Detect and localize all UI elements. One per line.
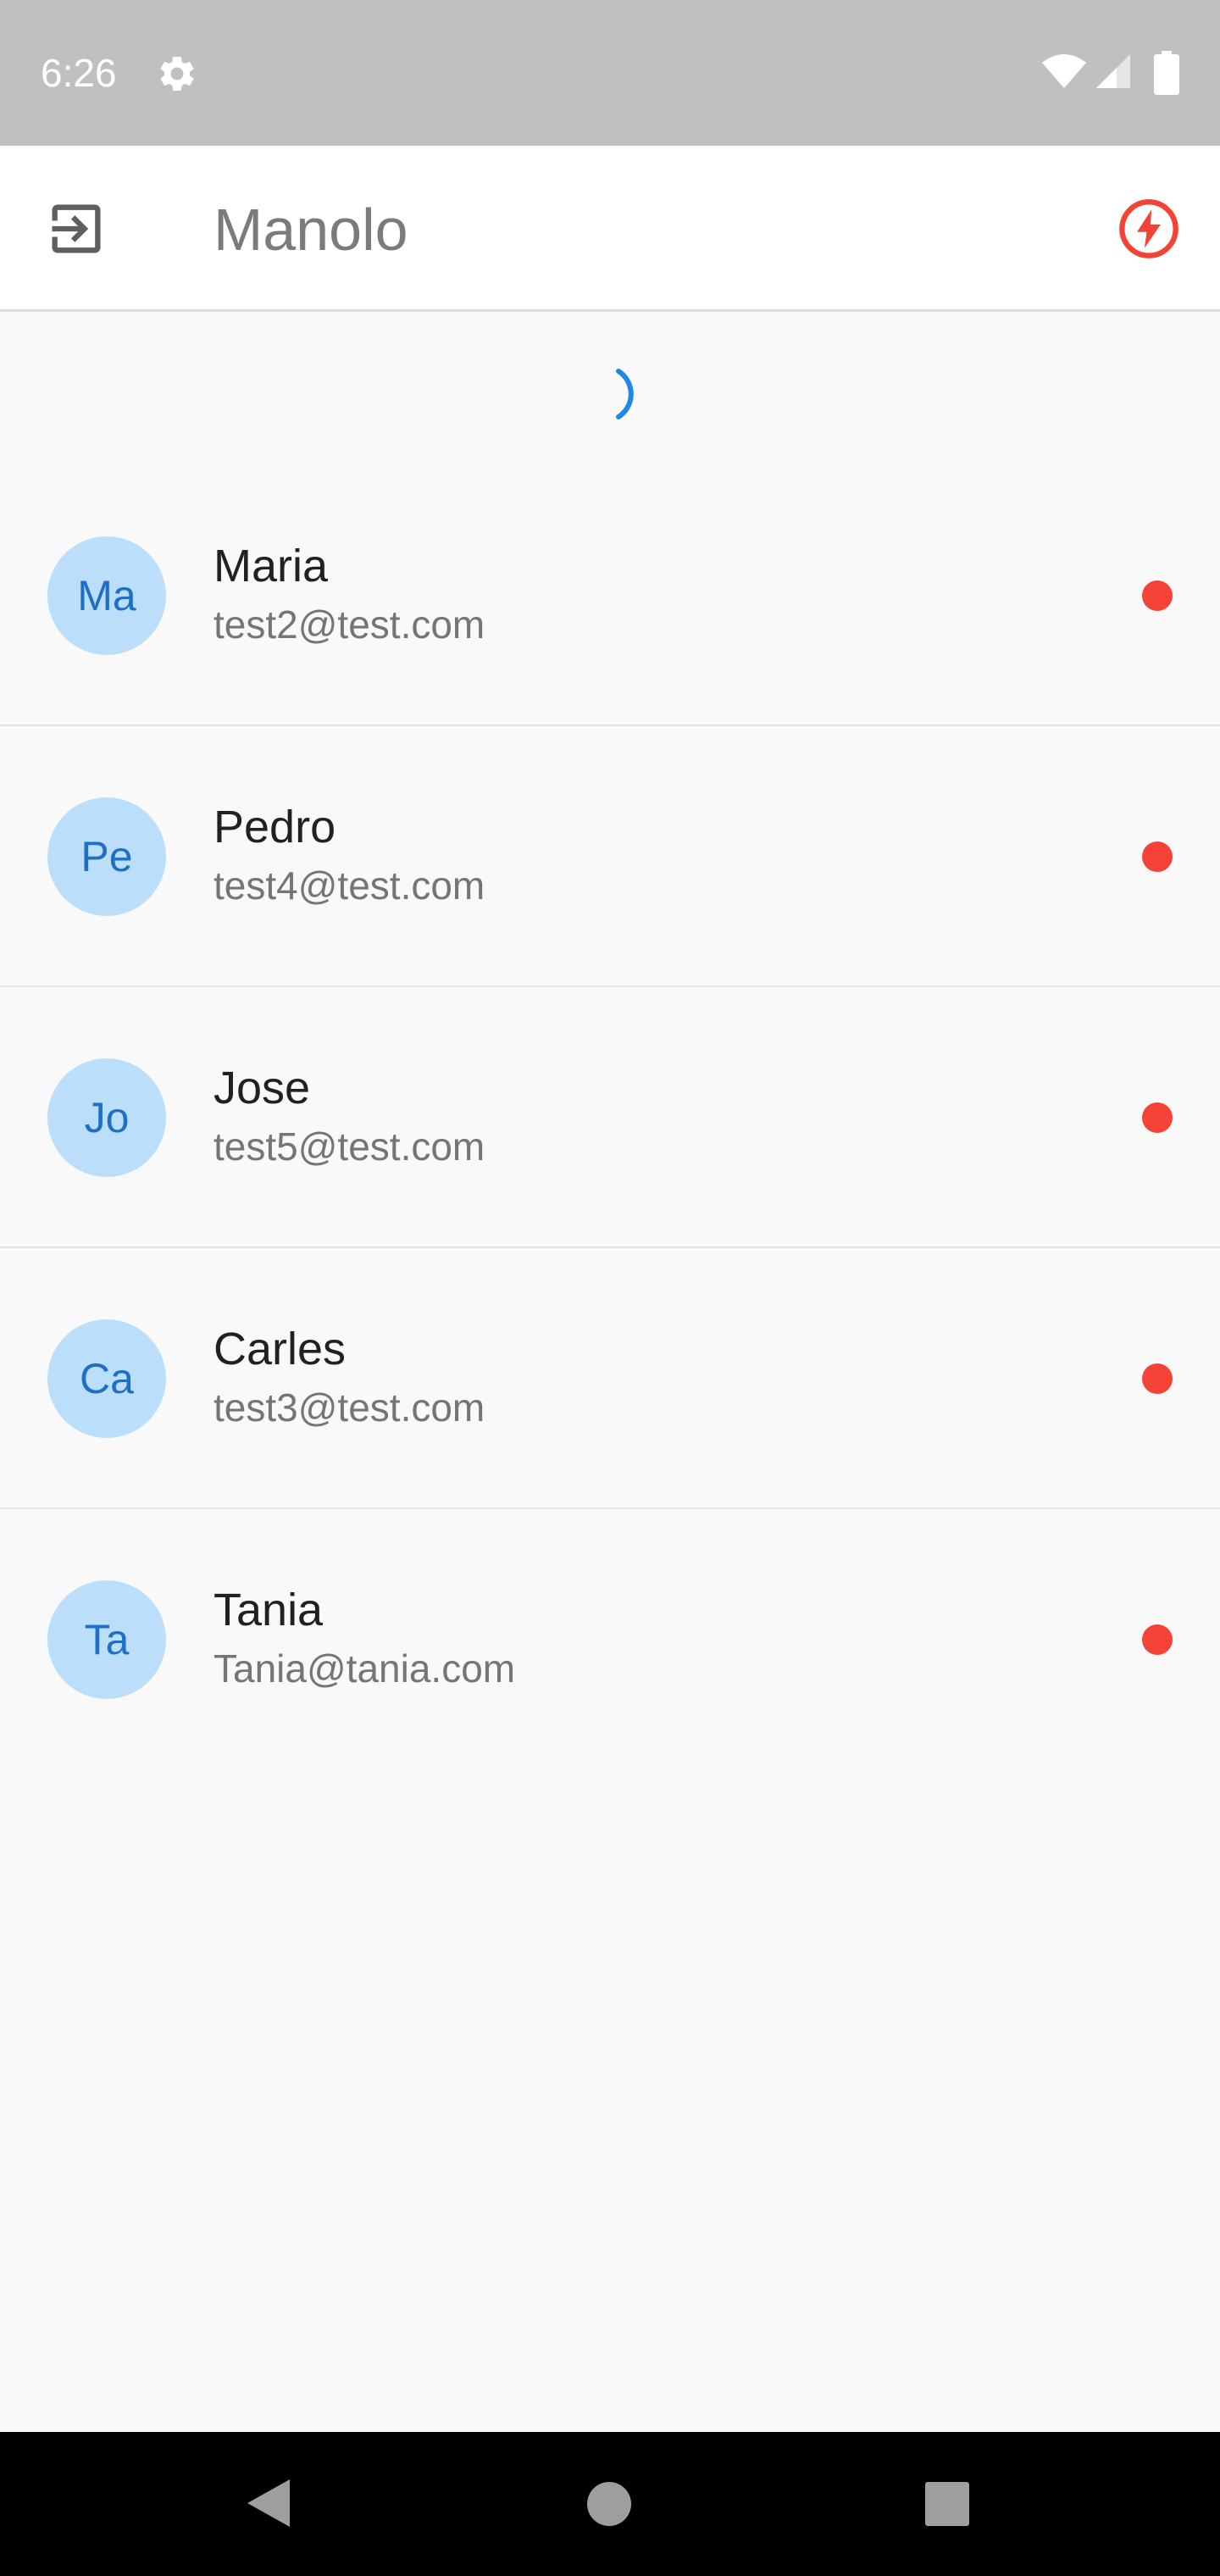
- user-email: test2@test.com: [214, 602, 485, 647]
- avatar: Ca: [47, 1319, 166, 1438]
- user-email: test3@test.com: [214, 1385, 485, 1430]
- user-email: test5@test.com: [214, 1124, 485, 1169]
- status-time: 6:26: [41, 51, 117, 95]
- logout-icon[interactable]: [44, 197, 108, 261]
- offline-status-dot: [1142, 841, 1173, 872]
- gear-icon: [160, 56, 194, 91]
- avatar: Ta: [47, 1580, 166, 1699]
- list-item[interactable]: Jo Jose test5@test.com: [0, 987, 1220, 1248]
- user-name: Tania: [214, 1585, 324, 1635]
- user-name: Carles: [214, 1324, 347, 1374]
- list-item[interactable]: Ta Tania Tania@tania.com: [0, 1509, 1220, 1770]
- user-name: Maria: [214, 541, 329, 591]
- user-email: Tania@tania.com: [214, 1646, 516, 1690]
- list-item[interactable]: Pe Pedro test4@test.com: [0, 726, 1220, 987]
- wifi-icon: [1042, 54, 1086, 88]
- home-icon[interactable]: [586, 2481, 632, 2527]
- system-nav-bar: [0, 2432, 1220, 2576]
- avatar: Ma: [47, 536, 166, 655]
- back-icon[interactable]: [242, 2476, 297, 2530]
- recents-icon[interactable]: [925, 2482, 969, 2526]
- list-item[interactable]: Ca Carles test3@test.com: [0, 1248, 1220, 1509]
- user-name: Jose: [214, 1063, 311, 1113]
- offline-status-dot: [1142, 1624, 1173, 1655]
- avatar: Pe: [47, 797, 166, 916]
- battery-icon: [1154, 51, 1179, 95]
- lightning-bolt-icon[interactable]: [1117, 197, 1181, 261]
- list-item[interactable]: Ma Maria test2@test.com: [0, 465, 1220, 726]
- page-title: Manolo: [214, 197, 408, 263]
- status-bar: 6:26: [0, 0, 1220, 146]
- offline-status-dot: [1142, 1363, 1173, 1394]
- avatar: Jo: [47, 1058, 166, 1177]
- app-bar: Manolo: [0, 146, 1220, 312]
- offline-status-dot: [1142, 580, 1173, 611]
- offline-status-dot: [1142, 1102, 1173, 1133]
- loading-spinner: [616, 369, 634, 419]
- user-list: Ma Maria test2@test.com Pe Pedro test4@t…: [0, 465, 1220, 1770]
- signal-icon: [1096, 54, 1130, 88]
- user-email: test4@test.com: [214, 863, 485, 908]
- user-name: Pedro: [214, 802, 336, 852]
